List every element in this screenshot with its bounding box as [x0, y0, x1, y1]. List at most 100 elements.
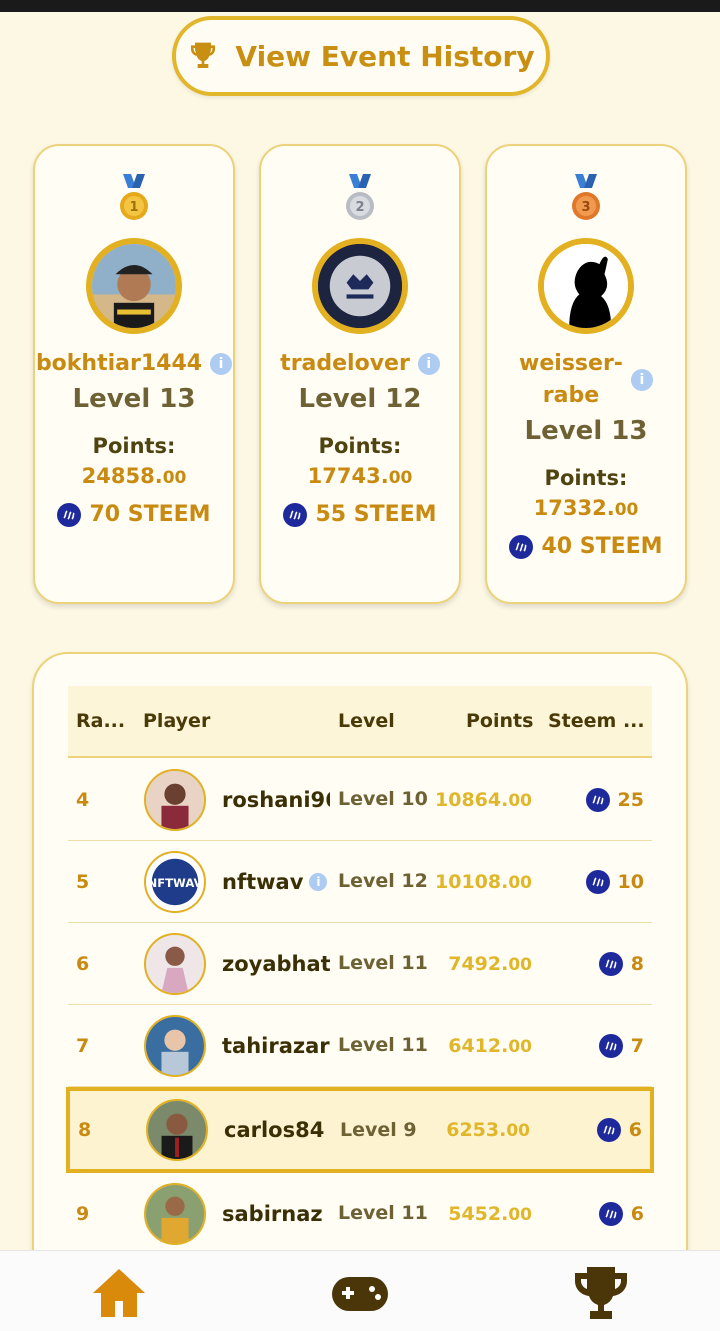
svg-text:NFTWAV: NFTWAV — [148, 875, 203, 889]
podium-card-third[interactable]: 3 weisser- rabe i Level 13 Points: 17332… — [485, 144, 687, 604]
podium-card-first[interactable]: 1 bokhtiar1444 i Level 13 Points: 24858.… — [33, 144, 235, 604]
player-level: Level 13 — [524, 416, 648, 446]
nav-home[interactable] — [89, 1265, 149, 1321]
points-value: 17332.00 — [533, 496, 639, 520]
player-name[interactable]: weisser- rabe — [519, 348, 623, 412]
steem-reward: 40 STEEM — [509, 534, 663, 559]
trophy-icon — [575, 1267, 627, 1319]
row-level: Level 11 — [338, 952, 428, 974]
row-points: 10864.00 — [435, 788, 532, 811]
row-rank: 4 — [76, 788, 90, 811]
avatar[interactable] — [312, 238, 408, 334]
trophy-icon — [191, 42, 216, 68]
steem-icon — [283, 502, 308, 527]
row-rank: 7 — [76, 1034, 90, 1057]
row-points: 6253.00 — [446, 1119, 530, 1141]
home-icon — [93, 1269, 145, 1317]
steem-icon — [598, 1201, 623, 1226]
row-steem: 10 — [585, 869, 644, 894]
row-player[interactable]: tahirazar — [222, 1034, 330, 1058]
row-points: 10108.00 — [435, 870, 532, 893]
player-name[interactable]: tradelover — [280, 348, 410, 380]
avatar[interactable] — [144, 768, 206, 831]
table-row[interactable]: 7 tahirazar Level 11 6412.00 7 — [68, 1005, 652, 1087]
table-row[interactable]: 9 sabirnaz Level 11 5452.00 6 — [68, 1173, 652, 1255]
bottom-navigation — [0, 1250, 720, 1331]
silver-medal-icon: 2 — [346, 174, 374, 220]
table-row[interactable]: 6 zoyabhat Level 11 7492.00 8 — [68, 923, 652, 1005]
row-steem: 25 — [585, 787, 644, 812]
points-value: 17743.00 — [307, 464, 413, 488]
steem-icon — [57, 502, 82, 527]
points-label: Points: — [544, 466, 628, 490]
header-player[interactable]: Player — [143, 710, 210, 732]
steem-icon — [596, 1118, 621, 1142]
row-steem: 6 — [598, 1201, 644, 1226]
info-icon[interactable]: i — [210, 353, 233, 375]
steem-reward: 70 STEEM — [57, 502, 211, 527]
steem-icon — [509, 534, 534, 559]
steem-icon — [585, 869, 610, 894]
info-icon[interactable]: i — [309, 872, 328, 891]
row-level: Level 9 — [340, 1118, 417, 1141]
points-label: Points: — [318, 434, 402, 458]
nav-leaderboard[interactable] — [571, 1265, 631, 1321]
row-player[interactable]: carlos84 — [224, 1118, 332, 1142]
row-rank: 5 — [76, 870, 90, 893]
steem-icon — [598, 1033, 623, 1058]
steem-icon — [598, 951, 623, 976]
row-points: 6412.00 — [448, 1034, 532, 1057]
svg-text:1: 1 — [129, 200, 138, 215]
avatar[interactable] — [146, 1099, 208, 1161]
table-row-current-user[interactable]: 8 carlos84 Level 9 6253.00 6 — [66, 1087, 654, 1173]
row-player[interactable]: sabirnaz — [222, 1202, 330, 1226]
row-steem: 7 — [598, 1033, 644, 1058]
history-button-label: View Event History — [235, 39, 535, 73]
steem-icon — [585, 787, 610, 812]
table-header: Ra... Player Level Points Steem ... — [68, 686, 652, 758]
row-level: Level 11 — [338, 1034, 428, 1056]
avatar[interactable] — [538, 238, 634, 334]
row-rank: 6 — [76, 952, 90, 975]
table-row[interactable]: 5 NFTWAV nftwav i Level 12 10108.00 10 — [68, 841, 652, 923]
avatar[interactable] — [144, 932, 206, 995]
avatar[interactable]: NFTWAV — [144, 850, 206, 913]
info-icon[interactable]: i — [630, 369, 653, 391]
row-points: 5452.00 — [448, 1202, 532, 1225]
nav-games[interactable] — [330, 1265, 390, 1321]
points-label: Points: — [92, 434, 176, 458]
row-player[interactable]: nftwav i — [222, 870, 330, 894]
avatar[interactable] — [86, 238, 182, 334]
view-event-history-button[interactable]: View Event History — [172, 16, 550, 96]
header-level[interactable]: Level — [338, 710, 395, 732]
row-player[interactable]: roshani96 — [222, 788, 330, 812]
header-points[interactable]: Points — [466, 710, 533, 732]
row-level: Level 12 — [338, 870, 428, 892]
steem-reward: 55 STEEM — [283, 502, 437, 527]
gold-medal-icon: 1 — [120, 174, 148, 220]
row-level: Level 11 — [338, 1202, 428, 1224]
info-icon[interactable]: i — [417, 353, 440, 375]
svg-text:3: 3 — [581, 200, 590, 215]
row-steem: 8 — [598, 951, 644, 976]
row-level: Level 10 — [338, 788, 428, 810]
avatar[interactable] — [144, 1182, 206, 1245]
row-points: 7492.00 — [448, 952, 532, 975]
svg-text:2: 2 — [355, 200, 364, 215]
table-row[interactable]: 4 roshani96 Level 10 10864.00 25 — [68, 759, 652, 841]
row-player[interactable]: zoyabhat — [222, 952, 330, 976]
avatar[interactable] — [144, 1014, 206, 1077]
podium-card-second[interactable]: 2 tradelover i Level 12 Points: 17743.00… — [259, 144, 461, 604]
player-level: Level 12 — [298, 384, 422, 414]
row-steem: 6 — [596, 1118, 642, 1142]
player-name[interactable]: bokhtiar1444 — [36, 348, 202, 380]
player-level: Level 13 — [72, 384, 196, 414]
status-bar — [0, 0, 720, 12]
header-steem[interactable]: Steem ... — [548, 710, 645, 732]
row-rank: 8 — [78, 1119, 92, 1141]
row-rank: 9 — [76, 1202, 90, 1225]
points-value: 24858.00 — [81, 464, 187, 488]
gamepad-icon — [332, 1277, 388, 1311]
bronze-medal-icon: 3 — [572, 174, 600, 220]
header-rank[interactable]: Ra... — [76, 710, 125, 732]
